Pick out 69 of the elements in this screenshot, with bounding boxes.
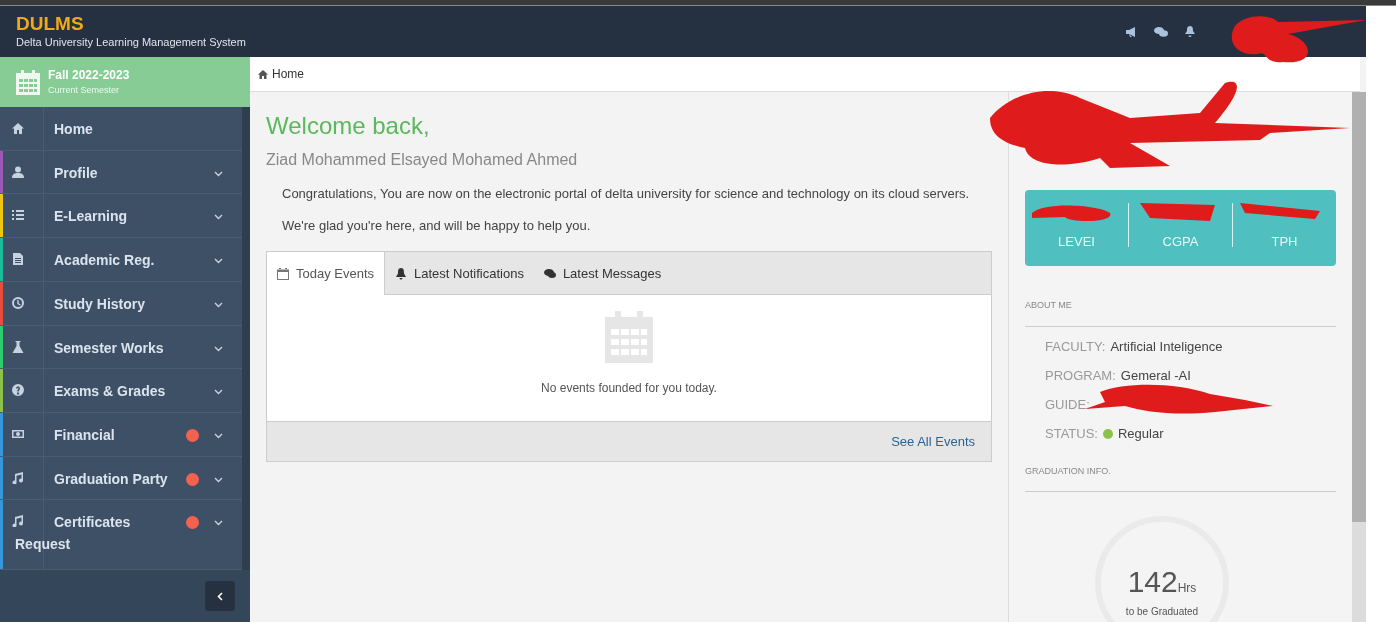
hours-unit: Hrs [1177, 581, 1197, 597]
section-heading: ABOUT ME [1025, 299, 1336, 327]
field-label: FACULTY: [1045, 338, 1106, 357]
field-label: PROGRAM: [1045, 367, 1116, 386]
calendar-icon [277, 267, 289, 280]
semester-title: Fall 2022-2023 [48, 67, 130, 85]
stat-label: CGPA [1162, 232, 1199, 251]
banknote-icon [12, 428, 24, 441]
list-icon [12, 209, 24, 222]
sidebar-item[interactable]: Academic Reg. [0, 238, 242, 282]
chevron-down-icon [214, 258, 223, 265]
tab[interactable]: Today Events [267, 252, 386, 295]
field-value: Regular [1117, 425, 1164, 444]
logo-subtitle: Delta University Learning Management System [16, 34, 246, 50]
bell-icon[interactable] [1184, 25, 1196, 38]
calendar-icon [604, 311, 654, 363]
calendar-icon [16, 69, 40, 95]
home-icon [12, 122, 24, 134]
chevron-down-icon [214, 214, 223, 221]
breadcrumb-link[interactable]: Home [272, 65, 304, 83]
field-label: STATUS: [1045, 425, 1098, 444]
welcome-text: Congratulations, You are now on the electronic portal of delta university for science and technology on its cloud servers. [282, 185, 971, 203]
semester-caption: Current Semester [48, 84, 121, 98]
chevron-down-icon [214, 301, 223, 308]
sidebar-item[interactable]: Study History [0, 281, 242, 326]
logo-text[interactable]: DULMS [16, 13, 246, 34]
sidebar-scrollbar[interactable] [242, 107, 250, 570]
stat-label: LEVEI [1058, 232, 1095, 251]
home-icon [258, 69, 268, 79]
chevron-down-icon [214, 433, 223, 440]
hours-value: 142 [1127, 564, 1178, 600]
section-heading: GRADUATION INFO. [1025, 464, 1336, 492]
bell-icon [395, 267, 408, 280]
hours-caption: to be Graduated [1125, 605, 1199, 619]
document-icon [12, 253, 24, 266]
clock-icon [12, 296, 24, 309]
sidebar-item[interactable]: Exams & Grades [0, 369, 242, 414]
sidebar-item[interactable]: Graduation Party [0, 456, 242, 501]
chevron-left-icon [217, 591, 223, 601]
student-name: Ziad Mohammed Elsayed Mohamed Ahmed [266, 150, 579, 170]
chevron-down-icon [214, 170, 223, 177]
scrollbar-thumb[interactable] [1352, 522, 1366, 622]
chevron-down-icon [214, 389, 223, 396]
flask-icon [12, 340, 24, 353]
field-label: GUIDE: [1045, 396, 1090, 415]
tab[interactable]: Latest Messages [533, 252, 672, 295]
chevron-down-icon [214, 345, 223, 352]
sidebar-item[interactable]: Semester Works [0, 325, 242, 370]
welcome-text: We're glad you're here, and will be happy to help you. [282, 216, 592, 235]
chevron-down-icon [214, 476, 223, 483]
megaphone-icon[interactable] [1125, 25, 1138, 38]
chat-icon[interactable] [1154, 25, 1168, 38]
tab[interactable]: Latest Notifications [385, 252, 534, 295]
collapse-sidebar-button[interactable] [205, 581, 235, 611]
user-icon [12, 165, 24, 178]
field-value: Gemeral -AI [1120, 367, 1191, 386]
music-note-icon [12, 471, 24, 484]
field-value: Artificial Inteligence [1110, 338, 1223, 357]
question-icon [12, 384, 24, 397]
music-note-icon [12, 515, 24, 528]
see-all-events-link[interactable]: See All Events [891, 431, 975, 452]
sidebar-item[interactable]: Profile [0, 150, 242, 195]
chat-icon [543, 267, 556, 280]
sidebar-item[interactable]: E-Learning [0, 194, 242, 239]
welcome-title: Welcome back, [266, 112, 431, 140]
stat-label: TPH [1271, 232, 1298, 251]
sidebar-item[interactable]: Financial [0, 413, 242, 457]
empty-events-text: No events founded for you today. [541, 380, 717, 397]
chevron-down-icon [214, 520, 223, 527]
